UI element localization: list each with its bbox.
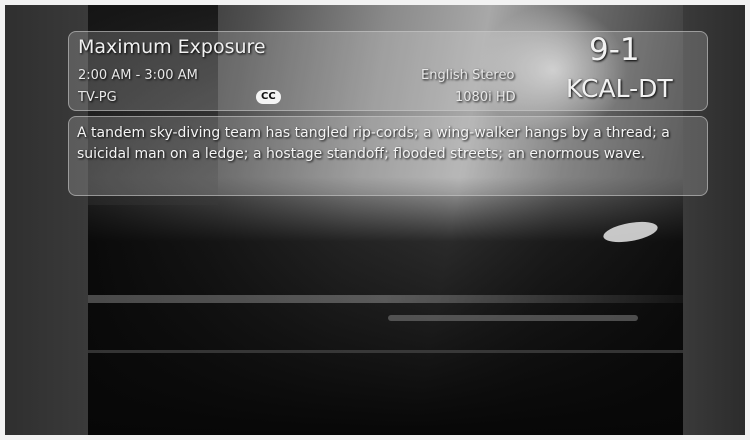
closed-caption-badge: CC (256, 90, 281, 104)
video-streak (88, 295, 683, 303)
program-time: 2:00 AM - 3:00 AM (78, 68, 198, 83)
screen-frame: Maximum Exposure 2:00 AM - 3:00 AM TV-PG… (0, 0, 750, 440)
program-description: A tandem sky-diving team has tangled rip… (77, 125, 670, 162)
tv-screen: Maximum Exposure 2:00 AM - 3:00 AM TV-PG… (5, 5, 745, 435)
video-format: 1080i HD (455, 90, 516, 105)
video-highlight (601, 218, 660, 246)
channel-number: 9-1 (589, 32, 640, 68)
program-rating: TV-PG (78, 90, 117, 105)
video-streak (88, 350, 683, 353)
audio-info: English Stereo (421, 68, 515, 83)
program-description-panel: A tandem sky-diving team has tangled rip… (68, 116, 708, 196)
program-title: Maximum Exposure (78, 36, 266, 58)
video-streak (388, 315, 638, 321)
program-info-panel: Maximum Exposure 2:00 AM - 3:00 AM TV-PG… (68, 31, 708, 111)
channel-name: KCAL-DT (566, 74, 673, 103)
